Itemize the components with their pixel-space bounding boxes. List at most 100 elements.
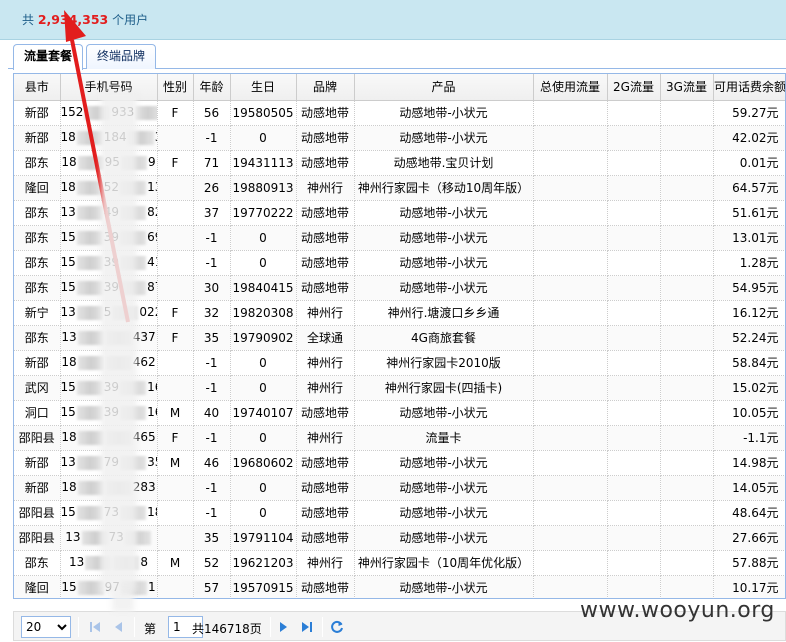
cell-3g-traffic <box>660 425 714 451</box>
cell-city: 邵东 <box>14 325 61 351</box>
phone-redaction <box>76 230 103 245</box>
cell-city: 邵阳县 <box>14 525 61 551</box>
phone-fragment: 18 <box>60 180 76 195</box>
column-header[interactable]: 品牌 <box>296 74 355 101</box>
phone-redaction <box>77 480 104 495</box>
phone-fragment: 69 <box>147 230 156 245</box>
column-header[interactable]: 性别 <box>157 74 194 101</box>
cell-balance: 58.84元 <box>713 350 785 376</box>
cell-city: 邵阳县 <box>14 500 61 526</box>
cell-product: 神州行家园卡（移动10周年版） <box>354 175 534 201</box>
pager-separator <box>134 617 135 637</box>
cell-age: 37 <box>193 200 231 226</box>
cell-brand: 神州行 <box>296 350 355 376</box>
column-header[interactable]: 产品 <box>354 74 534 101</box>
redaction-mask <box>101 92 137 592</box>
phone-fragment: 13 <box>60 205 76 220</box>
cell-total-traffic <box>533 425 608 451</box>
cell-gender <box>157 175 194 201</box>
cell-age: 46 <box>193 450 231 476</box>
tab-traffic-package[interactable]: 流量套餐 <box>13 44 84 70</box>
cell-brand: 动感地带 <box>296 575 355 598</box>
cell-age: -1 <box>193 375 231 401</box>
cell-balance: 57.88元 <box>713 550 785 576</box>
column-header[interactable]: 可用话费余额 <box>713 74 785 101</box>
cell-age: -1 <box>193 350 231 376</box>
cell-2g-traffic <box>607 225 661 251</box>
phone-redaction <box>77 580 104 595</box>
cell-birthday: 19680602 <box>230 450 297 476</box>
cell-3g-traffic <box>660 150 714 176</box>
cell-balance: 0.01元 <box>713 150 785 176</box>
page-size-select[interactable]: 20 <box>21 616 71 638</box>
cell-product: 动感地带-小状元 <box>354 250 534 276</box>
cell-balance: 14.05元 <box>713 475 785 501</box>
phone-redaction <box>77 330 104 345</box>
cell-2g-traffic <box>607 325 661 351</box>
cell-balance: 42.02元 <box>713 125 785 151</box>
cell-gender: F <box>157 325 194 351</box>
cell-total-traffic <box>533 300 608 326</box>
column-header[interactable]: 2G流量 <box>607 74 661 101</box>
cell-2g-traffic <box>607 550 661 576</box>
cell-2g-traffic <box>607 300 661 326</box>
cell-balance: 64.57元 <box>713 175 785 201</box>
prev-page-icon[interactable] <box>110 618 128 636</box>
phone-fragment: 18 <box>61 355 77 370</box>
cell-3g-traffic <box>660 575 714 598</box>
column-header[interactable]: 3G流量 <box>660 74 714 101</box>
phone-fragment: 152 <box>60 105 84 120</box>
cell-3g-traffic <box>660 225 714 251</box>
cell-product: 动感地带-小状元 <box>354 125 534 151</box>
last-page-icon[interactable] <box>298 618 316 636</box>
column-header[interactable]: 总使用流量 <box>533 74 608 101</box>
cell-gender <box>157 375 194 401</box>
phone-fragment: 15 <box>60 255 76 270</box>
cell-total-traffic <box>533 325 608 351</box>
cell-city: 隆回 <box>14 575 61 598</box>
phone-fragment: 18 <box>147 505 156 520</box>
column-header[interactable]: 年龄 <box>193 74 231 101</box>
cell-product: 神州行.塘渡口乡乡通 <box>354 300 534 326</box>
column-header[interactable]: 生日 <box>230 74 297 101</box>
tab-terminal-brand[interactable]: 终端品牌 <box>86 44 157 69</box>
cell-birthday: 0 <box>230 350 297 376</box>
cell-3g-traffic <box>660 550 714 576</box>
phone-fragment: 164 <box>147 380 156 395</box>
column-header[interactable]: 县市 <box>14 74 61 101</box>
phone-fragment: 1 <box>147 580 156 595</box>
cell-2g-traffic <box>607 100 661 126</box>
cell-2g-traffic <box>607 400 661 426</box>
pager-separator <box>78 617 79 637</box>
cell-city: 新邵 <box>14 475 61 501</box>
first-page-icon[interactable] <box>86 618 104 636</box>
cell-birthday: 0 <box>230 375 297 401</box>
cell-brand: 全球通 <box>296 325 355 351</box>
cell-city: 邵阳县 <box>14 425 61 451</box>
cell-balance: 59.27元 <box>713 100 785 126</box>
cell-gender <box>157 350 194 376</box>
cell-product: 动感地带-小状元 <box>354 100 534 126</box>
pager-separator <box>322 617 323 637</box>
cell-brand: 神州行 <box>296 425 355 451</box>
phone-redaction <box>77 355 104 370</box>
cell-3g-traffic <box>660 125 714 151</box>
cell-city: 邵东 <box>14 200 61 226</box>
summary-bar: 共 2,934,353 个用户 <box>0 0 786 40</box>
cell-age: -1 <box>193 425 231 451</box>
cell-brand: 动感地带 <box>296 400 355 426</box>
phone-fragment: 18 <box>61 430 77 445</box>
cell-balance: 15.02元 <box>713 375 785 401</box>
refresh-icon[interactable] <box>328 618 346 636</box>
cell-balance: 52.24元 <box>713 325 785 351</box>
phone-fragment: 13 <box>60 305 76 320</box>
cell-city: 邵东 <box>14 250 61 276</box>
cell-product: 动感地带-小状元 <box>354 475 534 501</box>
phone-fragment: 022 <box>139 305 156 320</box>
cell-city: 新邵 <box>14 450 61 476</box>
next-page-icon[interactable] <box>274 618 292 636</box>
cell-gender: F <box>157 150 194 176</box>
phone-fragment: 15 <box>60 380 76 395</box>
phone-redaction <box>76 205 103 220</box>
phone-fragment: 13 <box>60 455 76 470</box>
